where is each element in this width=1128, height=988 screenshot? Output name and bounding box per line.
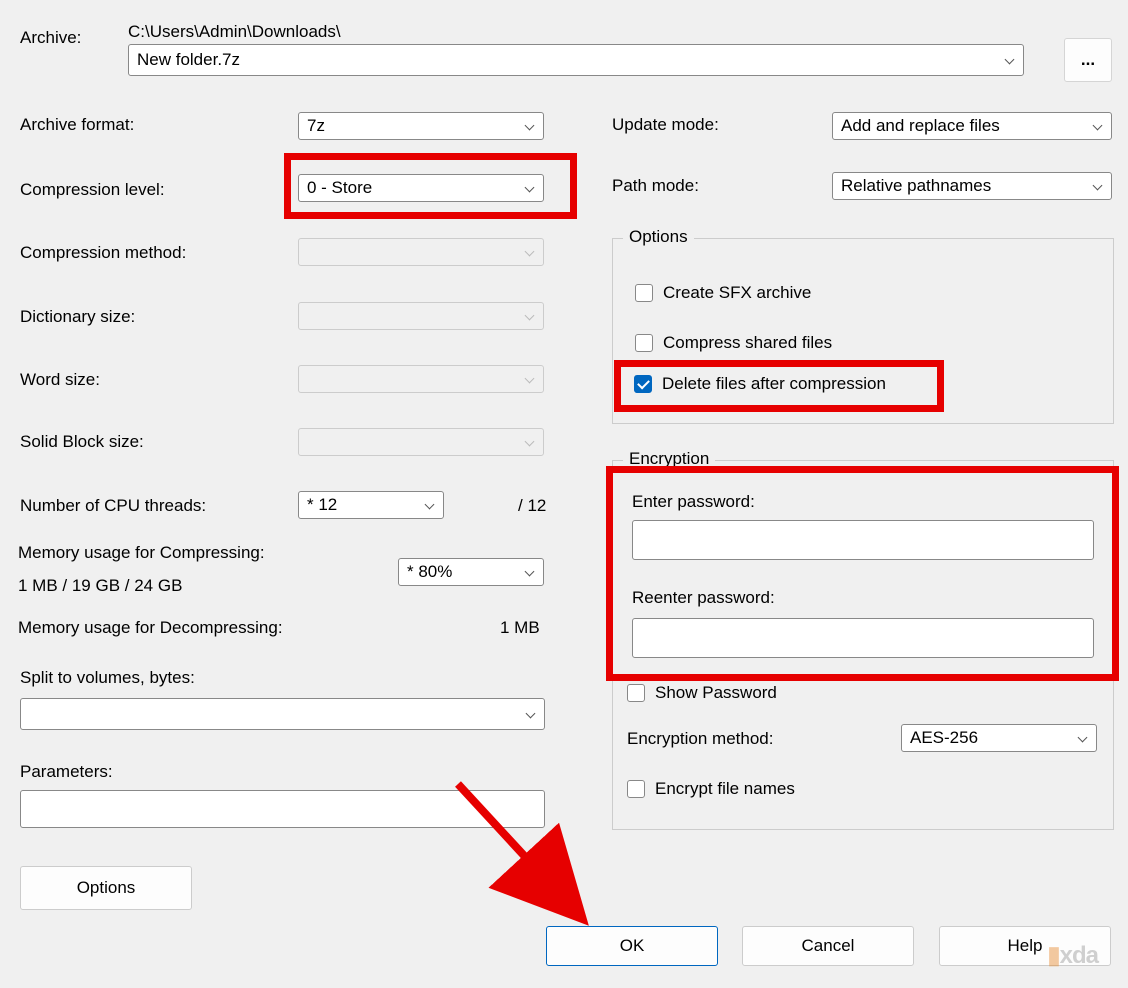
split-label: Split to volumes, bytes: (20, 668, 195, 688)
sfx-checkbox[interactable] (635, 284, 653, 302)
path-select[interactable]: Relative pathnames (832, 172, 1112, 200)
cpu-label: Number of CPU threads: (20, 496, 206, 516)
enter-password-input[interactable] (632, 520, 1094, 560)
enter-pw-label: Enter password: (632, 492, 755, 512)
options-button[interactable]: Options (20, 866, 192, 910)
chevron-down-icon (1004, 55, 1015, 66)
ok-button[interactable]: OK (546, 926, 718, 966)
mem-pct-value: * 80% (407, 562, 452, 582)
chevron-down-icon (524, 247, 535, 258)
dict-select[interactable] (298, 302, 544, 330)
mem-comp-label: Memory usage for Compressing: (18, 543, 265, 563)
split-select[interactable] (20, 698, 545, 730)
shared-label: Compress shared files (663, 333, 832, 353)
chevron-down-icon (1092, 121, 1103, 132)
block-select[interactable] (298, 428, 544, 456)
update-value: Add and replace files (841, 116, 1000, 136)
archive-filename-select[interactable]: New folder.7z (128, 44, 1024, 76)
format-select[interactable]: 7z (298, 112, 544, 140)
options-legend: Options (623, 227, 694, 247)
level-label: Compression level: (20, 180, 165, 200)
word-select[interactable] (298, 365, 544, 393)
word-label: Word size: (20, 370, 100, 390)
show-password-label: Show Password (655, 683, 777, 703)
browse-label: ... (1081, 50, 1095, 70)
ok-label: OK (620, 936, 645, 956)
chevron-down-icon (524, 567, 535, 578)
chevron-down-icon (524, 437, 535, 448)
block-label: Solid Block size: (20, 432, 144, 452)
sfx-label: Create SFX archive (663, 283, 811, 303)
params-label: Parameters: (20, 762, 113, 782)
delete-checkbox[interactable] (634, 375, 652, 393)
mem-dec-value: 1 MB (500, 618, 540, 638)
enc-method-label: Encryption method: (627, 729, 773, 748)
chevron-down-icon (424, 500, 435, 511)
level-select[interactable]: 0 - Store (298, 174, 544, 202)
chevron-down-icon (525, 709, 536, 720)
enc-method-select[interactable]: AES-256 (901, 724, 1097, 752)
delete-label: Delete files after compression (662, 374, 886, 394)
enc-method-value: AES-256 (910, 728, 978, 748)
chevron-down-icon (524, 374, 535, 385)
archive-label: Archive: (20, 28, 81, 48)
cpu-select[interactable]: * 12 (298, 491, 444, 519)
shared-checkbox[interactable] (635, 334, 653, 352)
reenter-pw-label: Reenter password: (632, 588, 775, 608)
encrypt-names-checkbox[interactable] (627, 780, 645, 798)
cpu-total: / 12 (518, 496, 546, 516)
cpu-value: * 12 (307, 495, 337, 515)
mem-dec-label: Memory usage for Decompressing: (18, 618, 283, 638)
format-value: 7z (307, 116, 325, 136)
update-select[interactable]: Add and replace files (832, 112, 1112, 140)
method-label: Compression method: (20, 243, 186, 263)
method-select[interactable] (298, 238, 544, 266)
format-label: Archive format: (20, 115, 134, 135)
chevron-down-icon (1092, 181, 1103, 192)
help-button[interactable]: Help (939, 926, 1111, 966)
chevron-down-icon (1077, 733, 1088, 744)
mem-pct-select[interactable]: * 80% (398, 558, 544, 586)
show-password-checkbox[interactable] (627, 684, 645, 702)
archive-filename: New folder.7z (137, 50, 240, 70)
level-value: 0 - Store (307, 178, 372, 198)
cancel-button[interactable]: Cancel (742, 926, 914, 966)
help-label: Help (1008, 936, 1043, 956)
dict-label: Dictionary size: (20, 307, 135, 327)
update-label: Update mode: (612, 115, 719, 135)
chevron-down-icon (524, 183, 535, 194)
archive-path: C:\Users\Admin\Downloads\ (128, 22, 341, 42)
path-label: Path mode: (612, 176, 699, 196)
params-input[interactable] (20, 790, 545, 828)
chevron-down-icon (524, 121, 535, 132)
reenter-password-input[interactable] (632, 618, 1094, 658)
options-button-label: Options (77, 878, 136, 898)
path-value: Relative pathnames (841, 176, 991, 196)
chevron-down-icon (524, 311, 535, 322)
cancel-label: Cancel (802, 936, 855, 956)
mem-comp-value: 1 MB / 19 GB / 24 GB (18, 576, 182, 596)
encrypt-names-label: Encrypt file names (655, 779, 795, 799)
browse-button[interactable]: ... (1064, 38, 1112, 82)
